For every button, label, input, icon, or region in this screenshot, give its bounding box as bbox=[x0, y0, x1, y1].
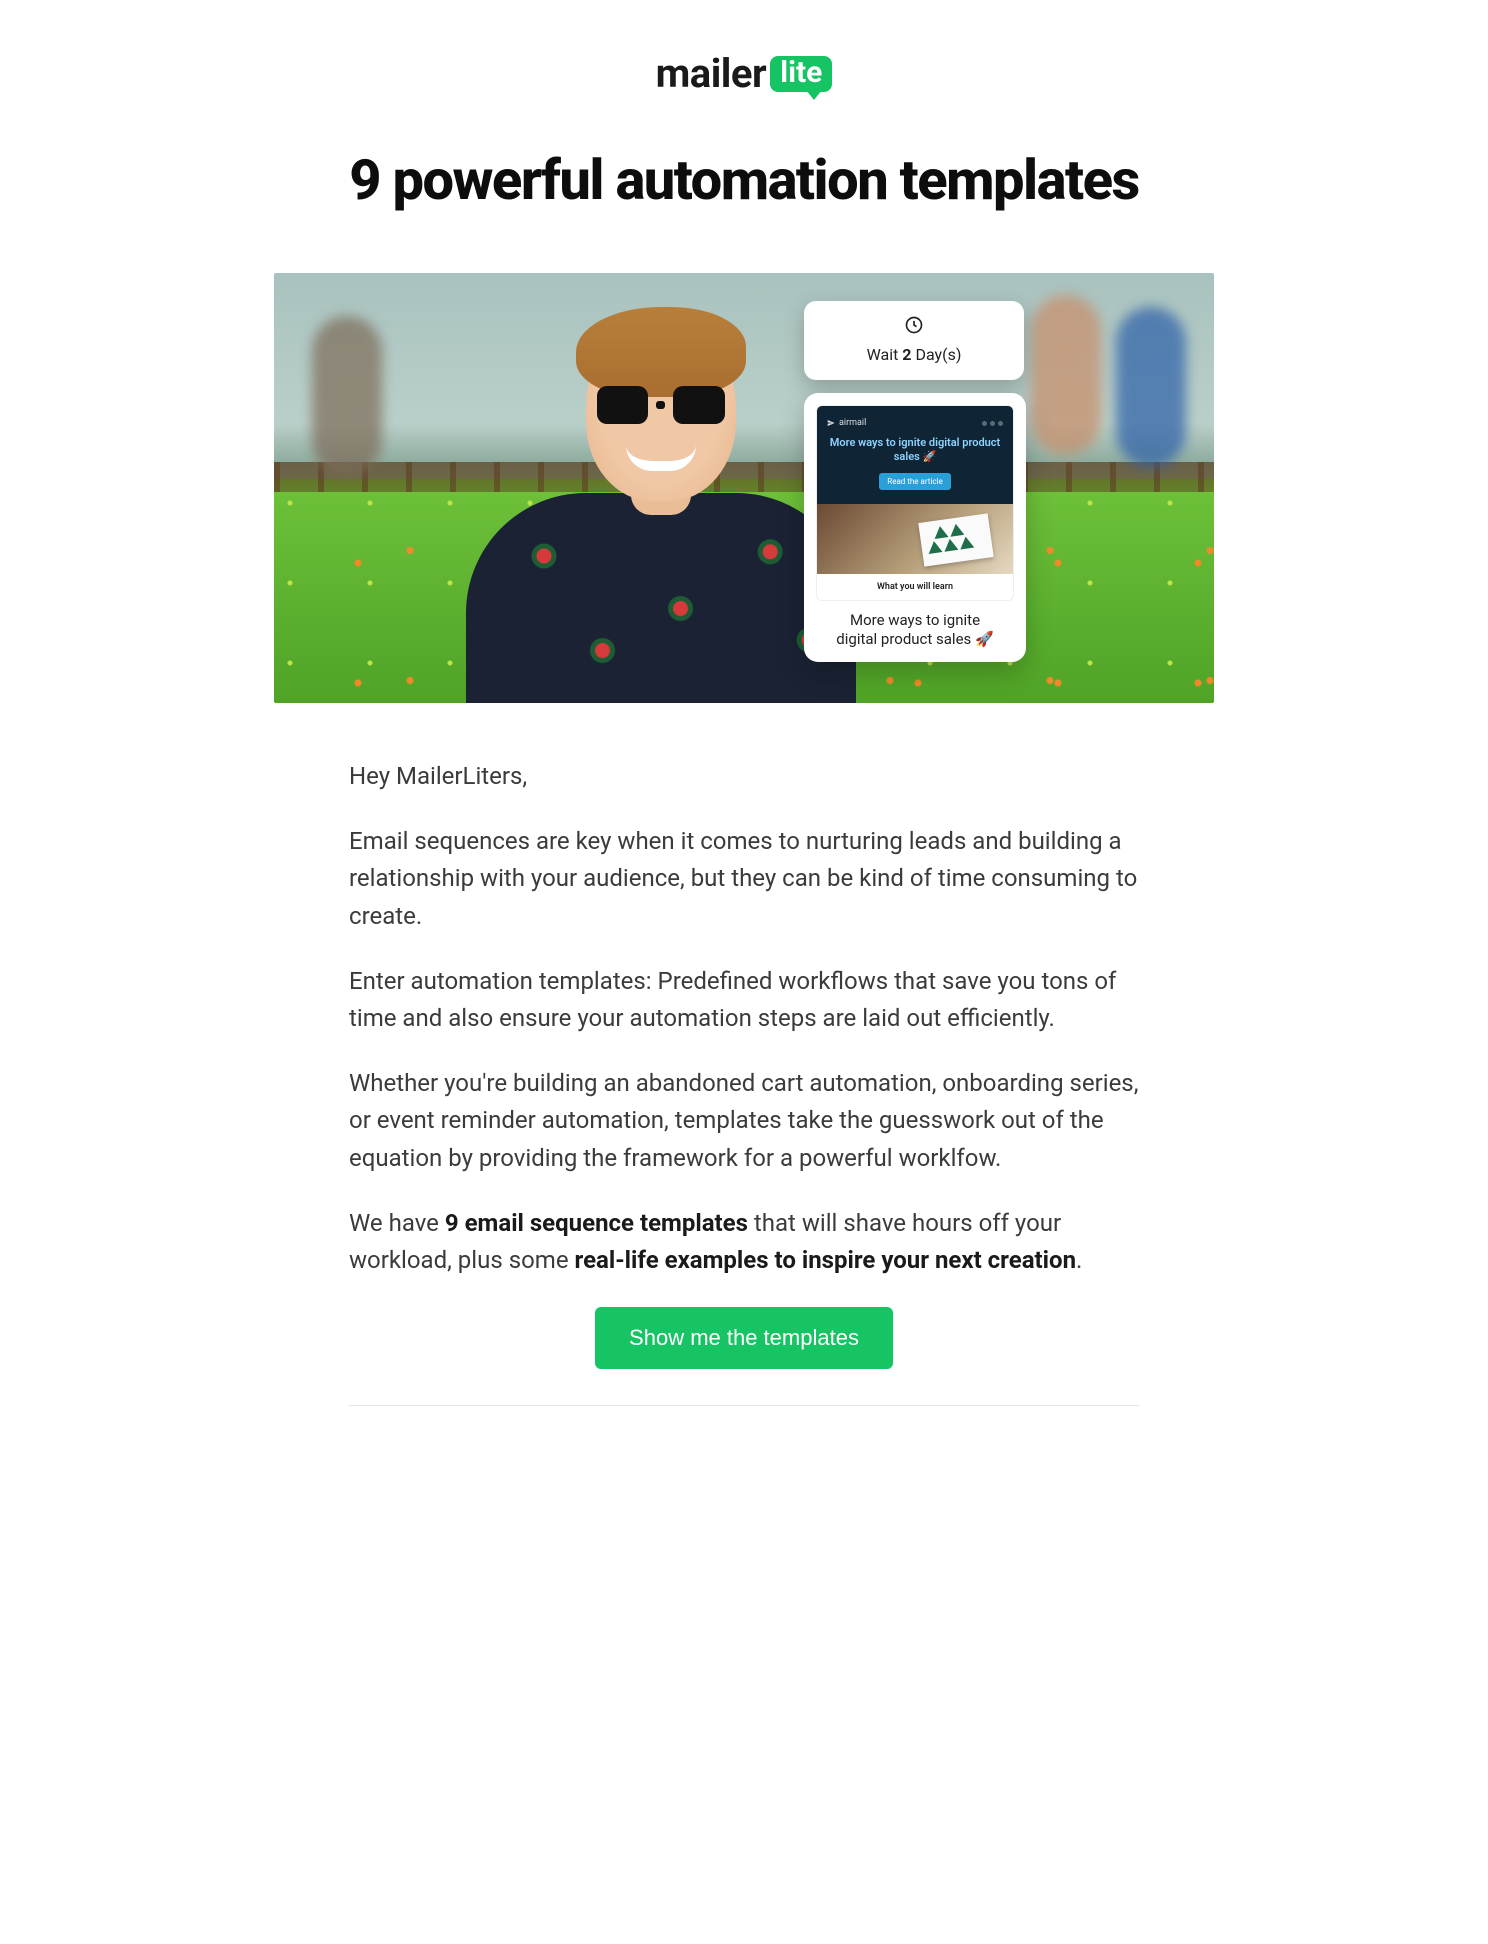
email-card-caption: More ways to ignite digital product sale… bbox=[816, 611, 1014, 650]
logo-badge-lite: lite bbox=[770, 56, 832, 92]
page-title: 9 powerful automation templates bbox=[274, 147, 1214, 213]
clock-icon bbox=[904, 315, 924, 339]
email-preview-caption: What you will learn bbox=[817, 574, 1013, 600]
show-templates-button[interactable]: Show me the templates bbox=[595, 1307, 893, 1369]
paragraph-4: We have 9 email sequence templates that … bbox=[349, 1205, 1139, 1279]
hero-image: Wait 2 Day(s) airmail More ways to ignit… bbox=[274, 273, 1214, 703]
logo: mailer lite bbox=[274, 50, 1214, 97]
email-preview-headline: More ways to ignite digital product sale… bbox=[827, 436, 1003, 465]
hero-person bbox=[481, 303, 841, 703]
paragraph-3: Whether you're building an abandoned car… bbox=[349, 1065, 1139, 1177]
greeting: Hey MailerLiters, bbox=[349, 758, 1139, 795]
divider bbox=[349, 1405, 1139, 1406]
email-preview-image bbox=[817, 504, 1013, 574]
wait-step-text: Wait 2 Day(s) bbox=[814, 345, 1014, 364]
window-controls-icon bbox=[982, 421, 1003, 426]
email-preview-button: Read the article bbox=[879, 473, 950, 490]
email-step-card: airmail More ways to ignite digital prod… bbox=[804, 393, 1026, 662]
email-body: Hey MailerLiters, Email sequences are ke… bbox=[349, 758, 1139, 1279]
paragraph-1: Email sequences are key when it comes to… bbox=[349, 823, 1139, 935]
email-preview-brand: airmail bbox=[827, 418, 866, 428]
paragraph-2: Enter automation templates: Predefined w… bbox=[349, 963, 1139, 1037]
logo-text-mailer: mailer bbox=[656, 50, 766, 97]
wait-step-card: Wait 2 Day(s) bbox=[804, 301, 1024, 380]
